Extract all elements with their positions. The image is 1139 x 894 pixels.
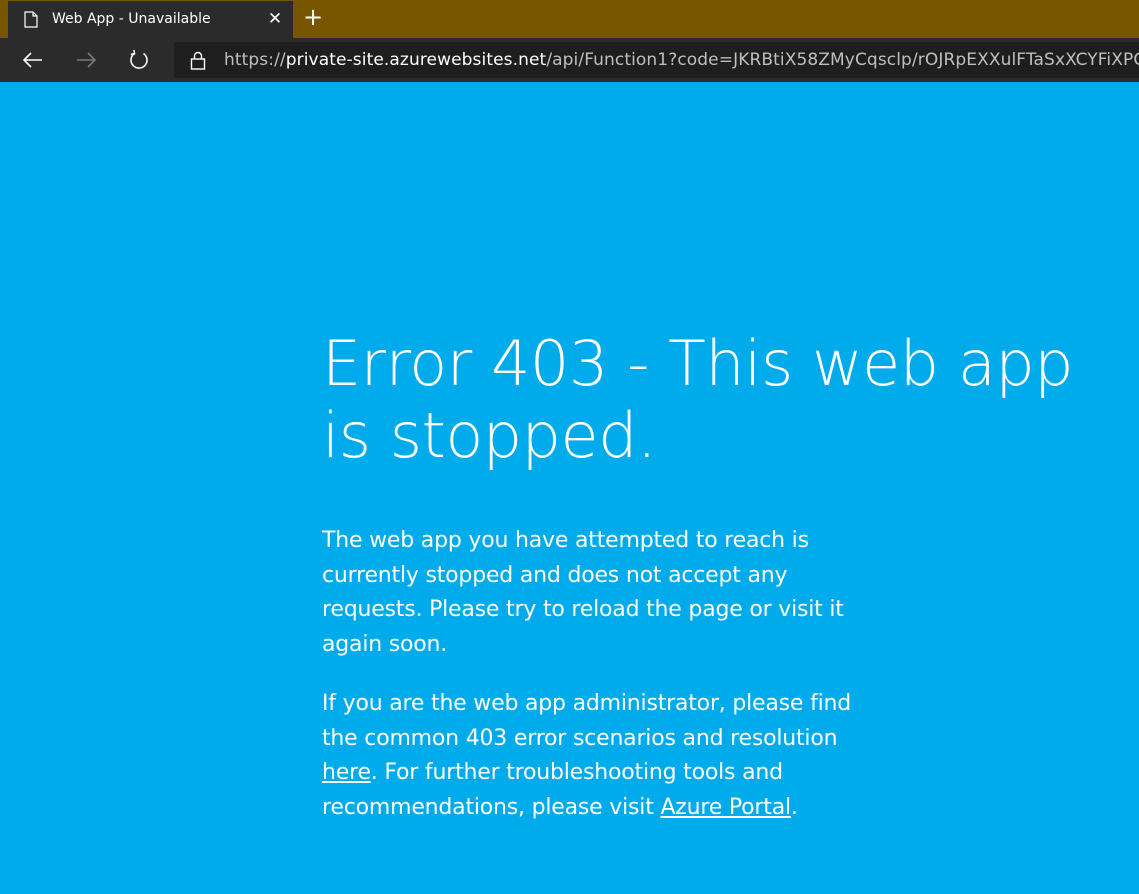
here-link[interactable]: here — [322, 760, 371, 785]
new-tab-button[interactable]: + — [302, 5, 324, 29]
url-scheme: https:// — [224, 50, 286, 70]
url-host: private-site.azurewebsites.net — [285, 50, 547, 70]
url-path: /api/Function1?code=JKRBtiX58ZMyCqsclp/r… — [546, 50, 1139, 70]
tab-strip: Web App - Unavailable ✕ + — [0, 0, 1139, 38]
arrow-left-icon[interactable] — [20, 48, 46, 72]
page-icon — [24, 11, 38, 28]
page-title: Error 403 - This web app is stopped. — [322, 327, 1074, 472]
stopped-message: The web app you have attempted to reach … — [322, 528, 844, 657]
refresh-icon[interactable] — [126, 48, 152, 72]
arrow-right-icon[interactable] — [73, 48, 99, 72]
navigation-bar: https://private-site.azurewebsites.net/a… — [0, 38, 1139, 82]
lock-icon — [190, 51, 206, 70]
admin-message: If you are the web app administrator, pl… — [322, 687, 867, 825]
azure-portal-link[interactable]: Azure Portal — [660, 795, 791, 820]
address-bar[interactable]: https://private-site.azurewebsites.net/a… — [174, 42, 1139, 78]
browser-tab[interactable]: Web App - Unavailable ✕ — [8, 1, 293, 38]
url-text[interactable]: https://private-site.azurewebsites.net/a… — [224, 50, 1139, 70]
error-content: Error 403 - This web app is stopped. The… — [322, 328, 1139, 825]
close-icon[interactable]: ✕ — [266, 10, 284, 28]
admin-message-part3: . — [790, 794, 798, 820]
admin-message-part1: If you are the web app administrator, pl… — [322, 691, 852, 751]
tab-title: Web App - Unavailable — [52, 11, 211, 27]
